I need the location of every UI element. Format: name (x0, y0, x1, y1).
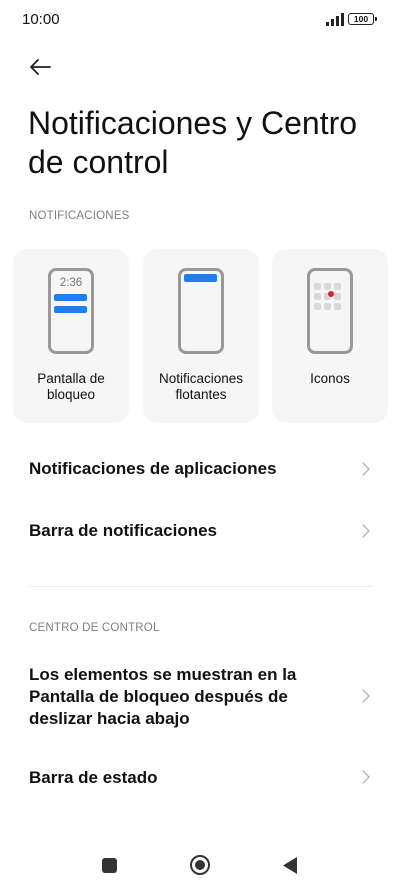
app-icon-placeholder (324, 283, 331, 290)
card-floating-notifications[interactable]: Notificaciones flotantes (143, 249, 259, 423)
card-icons[interactable]: Iconos (272, 249, 388, 423)
notification-bar-preview (54, 294, 87, 301)
page-title: Notificaciones y Centro de control (28, 105, 358, 180)
app-icon-placeholder (334, 283, 341, 290)
back-button[interactable] (26, 52, 56, 82)
signal-icon (326, 13, 344, 26)
chevron-right-icon (362, 770, 370, 784)
row-label: Los elementos se muestran en la Pantalla… (29, 665, 297, 728)
row-lock-screen-elements[interactable]: Los elementos se muestran en la Pantalla… (0, 660, 401, 734)
back-triangle-icon[interactable] (282, 856, 298, 875)
notification-bar-preview (54, 306, 87, 313)
system-nav-bar (0, 846, 401, 892)
arrow-left-icon (30, 59, 51, 75)
chevron-right-icon (362, 524, 370, 538)
badge-icons-phone-icon (307, 268, 353, 354)
app-icon-placeholder (314, 303, 321, 310)
app-icon-placeholder (314, 283, 321, 290)
app-icon-placeholder (334, 293, 341, 300)
section-header-notifications: NOTIFICACIONES (29, 210, 130, 222)
chevron-right-icon (362, 462, 370, 476)
status-bar: 10:00 100 (0, 0, 401, 40)
row-status-bar[interactable]: Barra de estado (0, 757, 401, 799)
floating-notification-phone-icon (178, 268, 224, 354)
section-divider (29, 586, 372, 587)
row-notification-bar[interactable]: Barra de notificaciones (0, 510, 401, 552)
lock-screen-phone-icon: 2:36 (48, 268, 94, 354)
row-label: Notificaciones de aplicaciones (29, 459, 277, 478)
recents-square-icon[interactable] (102, 858, 117, 873)
card-lock-screen[interactable]: 2:36 Pantalla de bloqueo (13, 249, 129, 423)
status-time: 10:00 (22, 11, 60, 28)
battery-level: 100 (353, 14, 369, 24)
app-icon-placeholder (334, 303, 341, 310)
card-label: Iconos (310, 371, 350, 386)
notification-bar-preview (184, 274, 217, 282)
notification-badge-dot (328, 291, 334, 297)
row-label: Barra de estado (29, 768, 158, 787)
chevron-right-icon (362, 689, 370, 703)
row-app-notifications[interactable]: Notificaciones de aplicaciones (0, 448, 401, 490)
card-label: Notificaciones flotantes (158, 371, 244, 402)
section-header-control-center: CENTRO DE CONTROL (29, 622, 160, 634)
home-circle-icon[interactable] (189, 854, 211, 876)
app-icon-placeholder (314, 293, 321, 300)
app-icon-placeholder (324, 303, 331, 310)
row-label: Barra de notificaciones (29, 521, 218, 540)
card-label: Pantalla de bloqueo (37, 371, 105, 402)
lock-screen-preview-time: 2:36 (59, 277, 83, 289)
battery-icon: 100 (348, 13, 377, 25)
notification-style-cards: 2:36 Pantalla de bloqueo Notificaciones … (13, 249, 388, 423)
